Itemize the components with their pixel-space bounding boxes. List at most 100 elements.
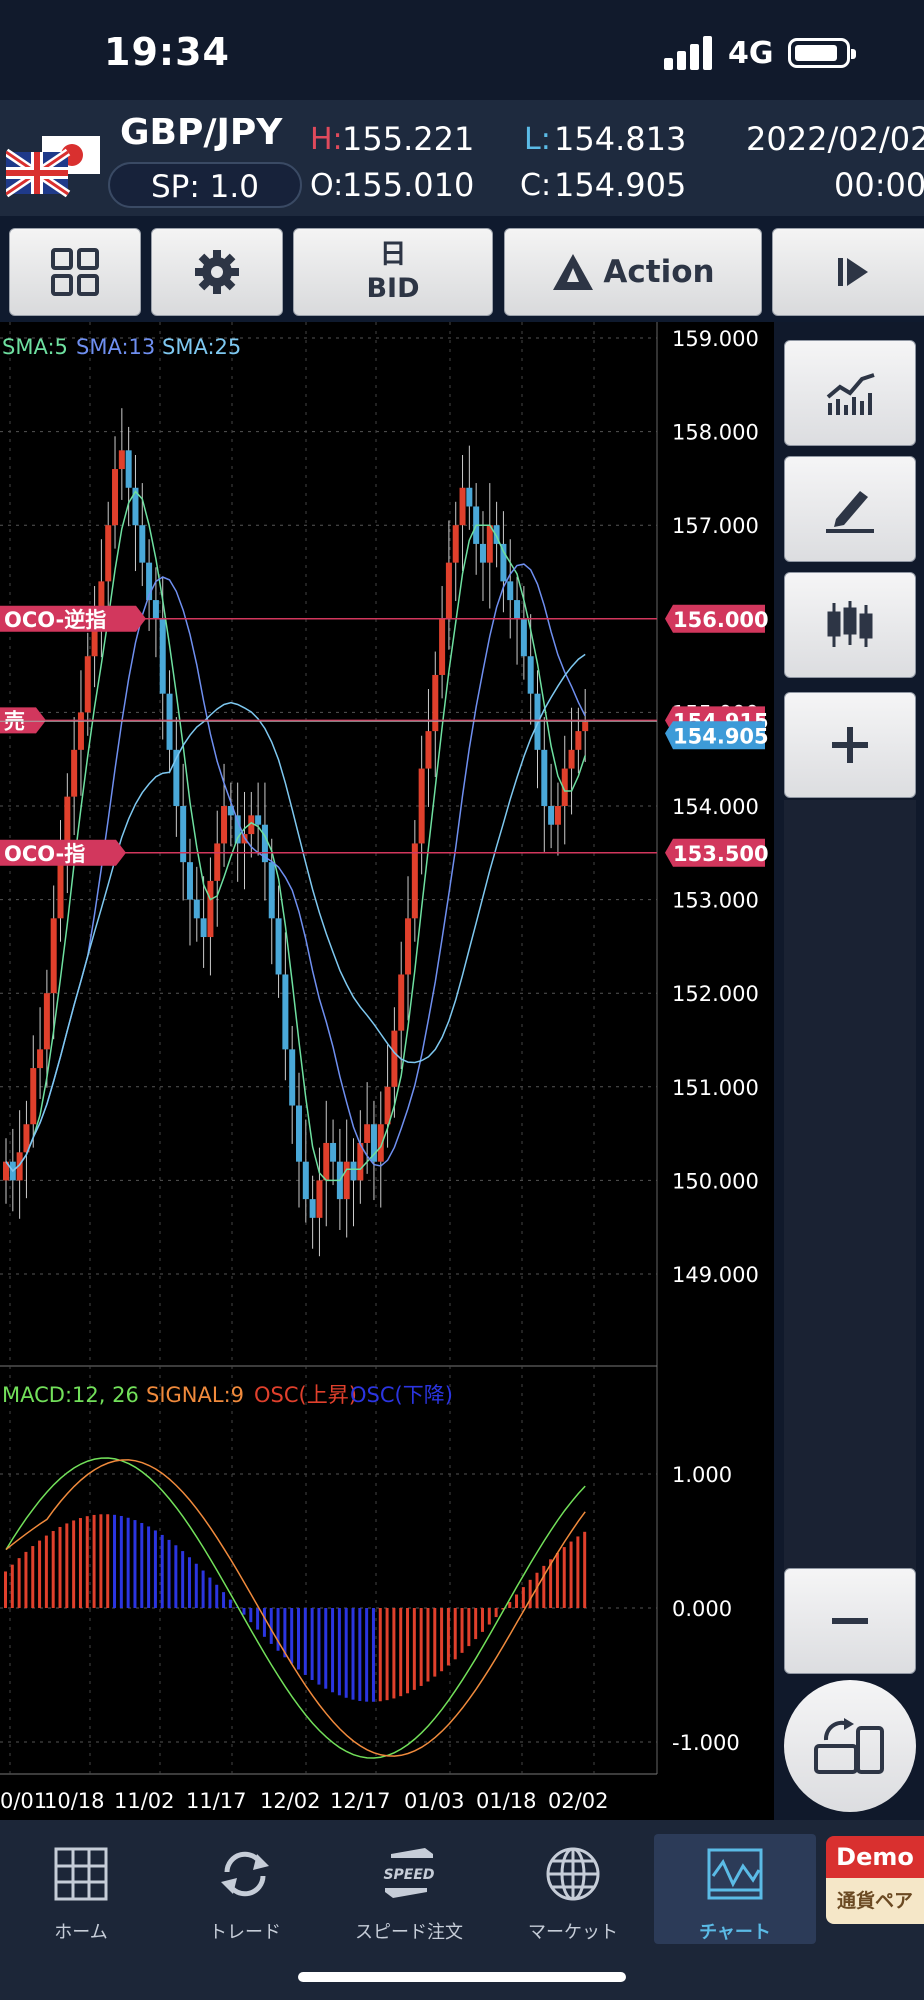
candle-body [193, 899, 200, 919]
osc-bar [78, 1518, 82, 1608]
layout-button[interactable] [9, 228, 141, 316]
price-tick-label: 150.000 [672, 1169, 759, 1193]
candle-body [118, 450, 125, 470]
osc-bar [31, 1546, 35, 1608]
open-label: O: [310, 168, 344, 203]
osc-bar [92, 1514, 96, 1608]
chart-area[interactable]: 159.000158.000157.000156.000155.000154.0… [0, 322, 774, 1820]
rotate-device-icon [814, 1718, 884, 1774]
refresh-icon [221, 1851, 269, 1897]
osc-bar [433, 1608, 437, 1677]
period-button[interactable]: 日 BID [293, 228, 493, 316]
price-chart[interactable]: 159.000158.000157.000156.000155.000154.0… [0, 322, 774, 1820]
draw-button[interactable] [784, 456, 916, 562]
osc-bar [269, 1608, 273, 1644]
candle-body [84, 656, 91, 713]
chart-type-button[interactable] [784, 572, 916, 678]
candle-body [425, 731, 432, 769]
osc-bar [358, 1608, 362, 1701]
demo-pair-button[interactable]: Demo 通貨ペア [826, 1836, 924, 1924]
candle-body [275, 918, 282, 975]
zoom-track[interactable] [784, 800, 916, 1570]
osc-bar [208, 1577, 212, 1608]
play-end-icon [838, 258, 868, 286]
candle-body [582, 721, 589, 732]
osc-bar [85, 1516, 89, 1608]
osc-bar [474, 1608, 478, 1640]
play-button[interactable] [772, 228, 924, 316]
osc-bar [106, 1514, 110, 1608]
candle-body [452, 525, 459, 563]
candle-body [139, 525, 146, 563]
time-tick-label: 02/02 [548, 1789, 609, 1813]
macd-legend: MACD:12, 26 [2, 1383, 139, 1407]
nav-trade[interactable]: トレード [180, 1834, 310, 1944]
candle-body [445, 562, 452, 619]
chart-toolbar: 日 BID Action [0, 216, 924, 322]
candle-body [50, 918, 57, 994]
nav-speed-order[interactable]: SPEED スピード注文 [344, 1834, 474, 1944]
osc-bar [460, 1608, 464, 1653]
osc-bar [201, 1570, 205, 1608]
osc-bar [385, 1608, 389, 1701]
battery-icon [788, 38, 856, 68]
settings-button[interactable] [151, 228, 283, 316]
candle-body [125, 450, 132, 488]
candle-body [507, 581, 514, 601]
candle-body [255, 815, 262, 825]
candle-time: 00:00 [834, 166, 924, 204]
osc-bar [167, 1539, 171, 1608]
time-tick-label: 11/02 [114, 1789, 175, 1813]
candle-body [527, 656, 534, 694]
zoom-in-button[interactable] [784, 692, 916, 798]
candle-body [432, 674, 439, 732]
osc-bar [371, 1608, 375, 1702]
low-value: 154.813 [554, 120, 687, 158]
osc-bar [174, 1545, 178, 1608]
action-button[interactable]: Action [504, 228, 762, 316]
order-price-label: 153.500 [673, 842, 769, 866]
candle-body [459, 487, 466, 526]
nav-market[interactable]: マーケット [508, 1834, 638, 1944]
candle-body [486, 525, 493, 563]
osc-bar [351, 1608, 355, 1700]
candle-body [411, 843, 418, 919]
indicator-button[interactable] [784, 340, 916, 446]
osc-bar [65, 1523, 69, 1608]
currency-pair-title[interactable]: GBP/JPY [120, 112, 282, 153]
order-tag-label: OCO-逆指 [4, 608, 106, 632]
osc-bar [24, 1551, 28, 1608]
nav-chart[interactable]: チャート [654, 1834, 816, 1944]
currency-pair-label: 通貨ペア [826, 1878, 924, 1924]
price-tick-label: 153.000 [672, 889, 759, 913]
osc-bar [317, 1608, 321, 1685]
osc-bar [58, 1526, 62, 1608]
osc-bar [521, 1587, 525, 1608]
nav-speed-order-label: スピード注文 [355, 1922, 463, 1943]
osc-bar [446, 1608, 450, 1666]
zoom-out-button[interactable] [784, 1568, 916, 1674]
candle-body [268, 862, 275, 919]
osc-bar [406, 1608, 410, 1694]
osc-bar [215, 1584, 219, 1608]
candle-body [575, 731, 582, 750]
home-indicator [298, 1972, 626, 1982]
macd-legend: SIGNAL:9 [146, 1383, 244, 1407]
candle-body [152, 600, 159, 619]
osc-bar [133, 1520, 137, 1608]
globe-icon [546, 1847, 600, 1901]
osc-bar [140, 1522, 144, 1608]
candle-body [221, 806, 228, 844]
status-time: 19:34 [104, 30, 230, 74]
candle-body [302, 1161, 309, 1200]
network-type: 4G [728, 36, 774, 71]
nav-home[interactable]: ホーム [16, 1834, 146, 1944]
price-tick-label: 154.000 [672, 795, 759, 819]
osc-bar [290, 1608, 294, 1664]
indicator-legend: SMA:5 [2, 335, 68, 359]
status-bar: 19:34 4G [0, 0, 924, 100]
osc-bar [249, 1608, 253, 1623]
candle-body [514, 600, 521, 619]
rotate-screen-button[interactable] [784, 1680, 916, 1812]
osc-bar [324, 1608, 328, 1689]
